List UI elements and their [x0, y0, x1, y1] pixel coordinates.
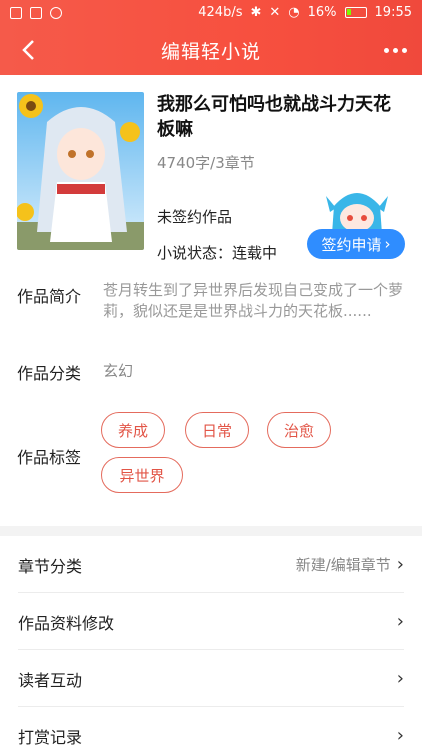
battery-percent: 16% — [307, 5, 337, 20]
menu-chapter-category[interactable]: 章节分类 新建/编辑章节 › — [0, 536, 422, 593]
menu-hint: 新建/编辑章节 — [295, 556, 391, 574]
network-speed: 424b/s — [198, 5, 243, 20]
menu-tip-records[interactable]: 打赏记录 › — [0, 707, 422, 750]
menu-label: 章节分类 — [18, 556, 83, 576]
app-header: 424b/s ✱ ✕ ◔ 16% 19:55 编辑轻小说 — [0, 0, 422, 75]
chevron-right-icon: › — [396, 668, 404, 689]
status-right: 424b/s ✱ ✕ ◔ 16% 19:55 — [198, 5, 412, 20]
tags-label: 作品标签 — [17, 448, 82, 467]
back-button[interactable] — [12, 33, 44, 67]
category-value: 玄幻 — [103, 362, 134, 380]
menu-label: 读者互动 — [18, 670, 83, 690]
intro-text: 苍月转生到了异世界后发现自己变成了一个萝莉，貌似还是是世界战斗力的天花板....… — [103, 281, 404, 320]
sign-apply-button[interactable]: 签约申请 › — [307, 229, 405, 259]
sign-status: 未签约作品 — [157, 208, 233, 226]
page-title: 编辑轻小说 — [160, 40, 261, 63]
sign-apply-label: 签约申请 — [321, 235, 382, 254]
wifi-icon: ◔ — [288, 5, 300, 20]
status-bar: 424b/s ✱ ✕ ◔ 16% 19:55 — [0, 0, 422, 25]
mute-icon: ✕ — [269, 5, 281, 20]
more-dots-icon — [383, 47, 389, 53]
chevron-right-icon: › — [396, 554, 404, 575]
book-cover[interactable] — [17, 92, 144, 250]
section-divider — [0, 526, 422, 536]
intro-label: 作品简介 — [17, 287, 82, 306]
battery-icon — [344, 7, 367, 18]
menu-label: 作品资料修改 — [18, 613, 115, 633]
tag-chip[interactable]: 异世界 — [101, 457, 183, 493]
shield-icon — [50, 6, 62, 19]
menu-reader-interaction[interactable]: 读者互动 › — [0, 650, 422, 707]
bluetooth-icon: ✱ — [250, 5, 262, 20]
status-left-icons — [10, 6, 62, 19]
chevron-right-icon: › — [396, 725, 404, 746]
tag-chip[interactable]: 日常 — [185, 412, 249, 448]
tag-chip[interactable]: 养成 — [101, 412, 165, 448]
menu-edit-info[interactable]: 作品资料修改 › — [0, 593, 422, 650]
clock: 19:55 — [374, 5, 412, 20]
tag-chip[interactable]: 治愈 — [267, 412, 331, 448]
cover-illustration — [17, 92, 144, 250]
more-button[interactable] — [378, 35, 412, 65]
menu-label: 打赏记录 — [18, 727, 83, 747]
image-icon — [30, 6, 42, 19]
novel-status: 小说状态：连载中 — [157, 244, 278, 262]
chevron-right-icon: › — [396, 611, 404, 632]
book-meta: 4740字/3章节 — [157, 154, 255, 172]
category-label: 作品分类 — [17, 364, 82, 383]
book-title: 我那么可怕吗也就战斗力天花板嘛 — [157, 94, 391, 140]
more-dot — [401, 47, 407, 53]
more-dot — [392, 47, 398, 53]
nav-bar: 编辑轻小说 — [0, 25, 422, 75]
chevron-left-icon — [22, 40, 34, 60]
notification-icon — [10, 6, 22, 19]
chevron-right-icon: › — [384, 235, 391, 253]
